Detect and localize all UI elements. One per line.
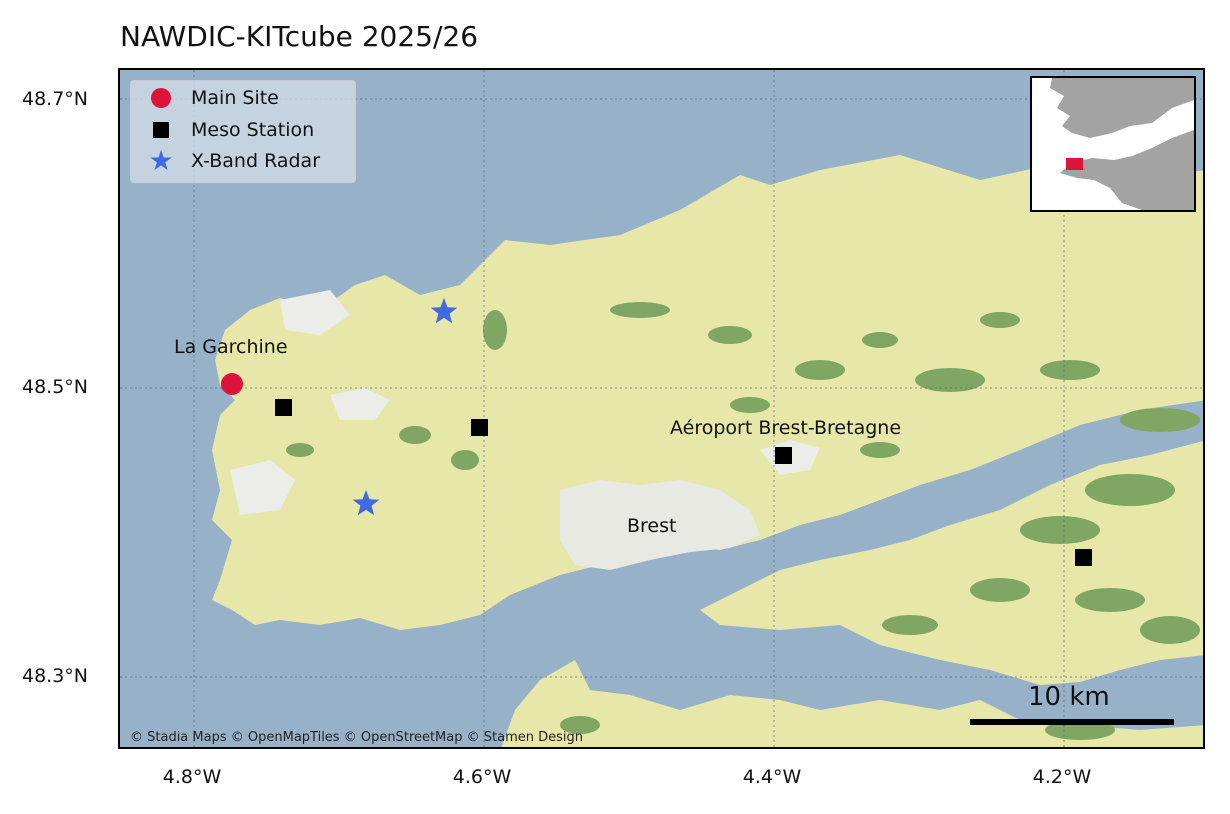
lon-tick-label: 4.8°W bbox=[162, 766, 222, 788]
legend-item-main-site: Main Site bbox=[131, 84, 279, 112]
lon-tick-label: 4.2°W bbox=[1032, 766, 1092, 788]
scale-bar-label: 10 km bbox=[1028, 682, 1110, 712]
legend-label: Main Site bbox=[191, 87, 279, 109]
meso-station-marker[interactable] bbox=[275, 399, 292, 416]
lon-tick-label: 4.4°W bbox=[742, 766, 802, 788]
inset-locator-map bbox=[1030, 76, 1196, 212]
meso-station-marker[interactable] bbox=[1075, 549, 1092, 566]
map-attribution: © Stadia Maps © OpenMapTiles © OpenStree… bbox=[130, 730, 583, 745]
star-marker-icon: ★ bbox=[148, 144, 174, 177]
legend-label: Meso Station bbox=[191, 119, 315, 141]
lat-tick-label: 48.3°N bbox=[22, 665, 89, 687]
lon-tick-label: 4.6°W bbox=[452, 766, 512, 788]
lat-tick-label: 48.5°N bbox=[22, 376, 89, 398]
legend-item-x-band-radar: ★ X-Band Radar bbox=[131, 147, 320, 175]
scale-bar bbox=[970, 719, 1174, 725]
inset-region-marker bbox=[1066, 158, 1083, 170]
label-brest: Brest bbox=[627, 515, 677, 537]
meso-station-marker[interactable] bbox=[775, 447, 792, 464]
legend-item-meso-station: Meso Station bbox=[131, 116, 314, 144]
inset-map bbox=[1032, 78, 1194, 210]
legend-label: X-Band Radar bbox=[191, 150, 321, 172]
circle-marker-icon bbox=[151, 88, 171, 108]
square-marker-icon bbox=[153, 122, 169, 138]
lat-tick-label: 48.7°N bbox=[22, 88, 89, 110]
legend: Main Site Meso Station ★ X-Band Radar bbox=[130, 80, 356, 183]
main-site-marker[interactable] bbox=[221, 373, 243, 395]
map-title: NAWDIC-KITcube 2025/26 bbox=[120, 20, 479, 53]
meso-station-marker[interactable] bbox=[471, 419, 488, 436]
label-la-garchine: La Garchine bbox=[174, 336, 288, 358]
label-aeroport-brest-bretagne: Aéroport Brest-Bretagne bbox=[670, 417, 902, 439]
map-area[interactable]: Main Site Meso Station ★ X-Band Radar La… bbox=[118, 68, 1205, 749]
